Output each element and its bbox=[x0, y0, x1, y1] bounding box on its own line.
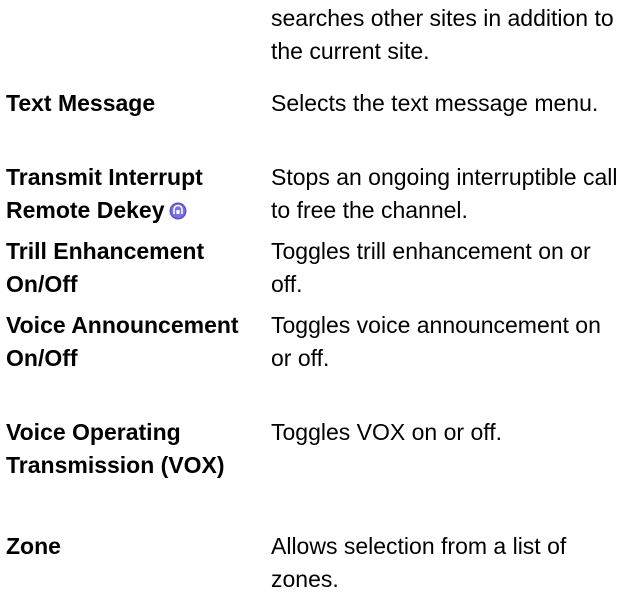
continued-description: searches other sites in addition to the … bbox=[271, 5, 614, 64]
description-text-message: Selects the text message menu. bbox=[271, 90, 599, 116]
term-voice-announcement: Voice Announcement On/Off bbox=[6, 312, 239, 371]
feature-badge-icon bbox=[169, 196, 187, 220]
term-zone: Zone bbox=[6, 533, 61, 559]
term-text-message: Text Message bbox=[6, 90, 156, 116]
description-voice-announcement: Toggles voice announcement on or off. bbox=[271, 312, 601, 371]
term-vox: Voice Operating Transmission (VOX) bbox=[6, 419, 225, 478]
description-trill-enhancement: Toggles trill enhancement on or off. bbox=[271, 238, 591, 297]
description-zone: Allows selection from a list of zones. bbox=[271, 533, 567, 592]
description-vox: Toggles VOX on or off. bbox=[271, 419, 502, 445]
description-transmit-interrupt: Stops an ongoing interruptible call to f… bbox=[271, 164, 618, 223]
term-transmit-interrupt: Transmit Interrupt Remote Dekey bbox=[6, 161, 246, 227]
term-trill-enhancement: Trill Enhancement On/Off bbox=[6, 238, 205, 297]
programmable-buttons-table: searches other sites in addition to the … bbox=[0, 0, 628, 607]
